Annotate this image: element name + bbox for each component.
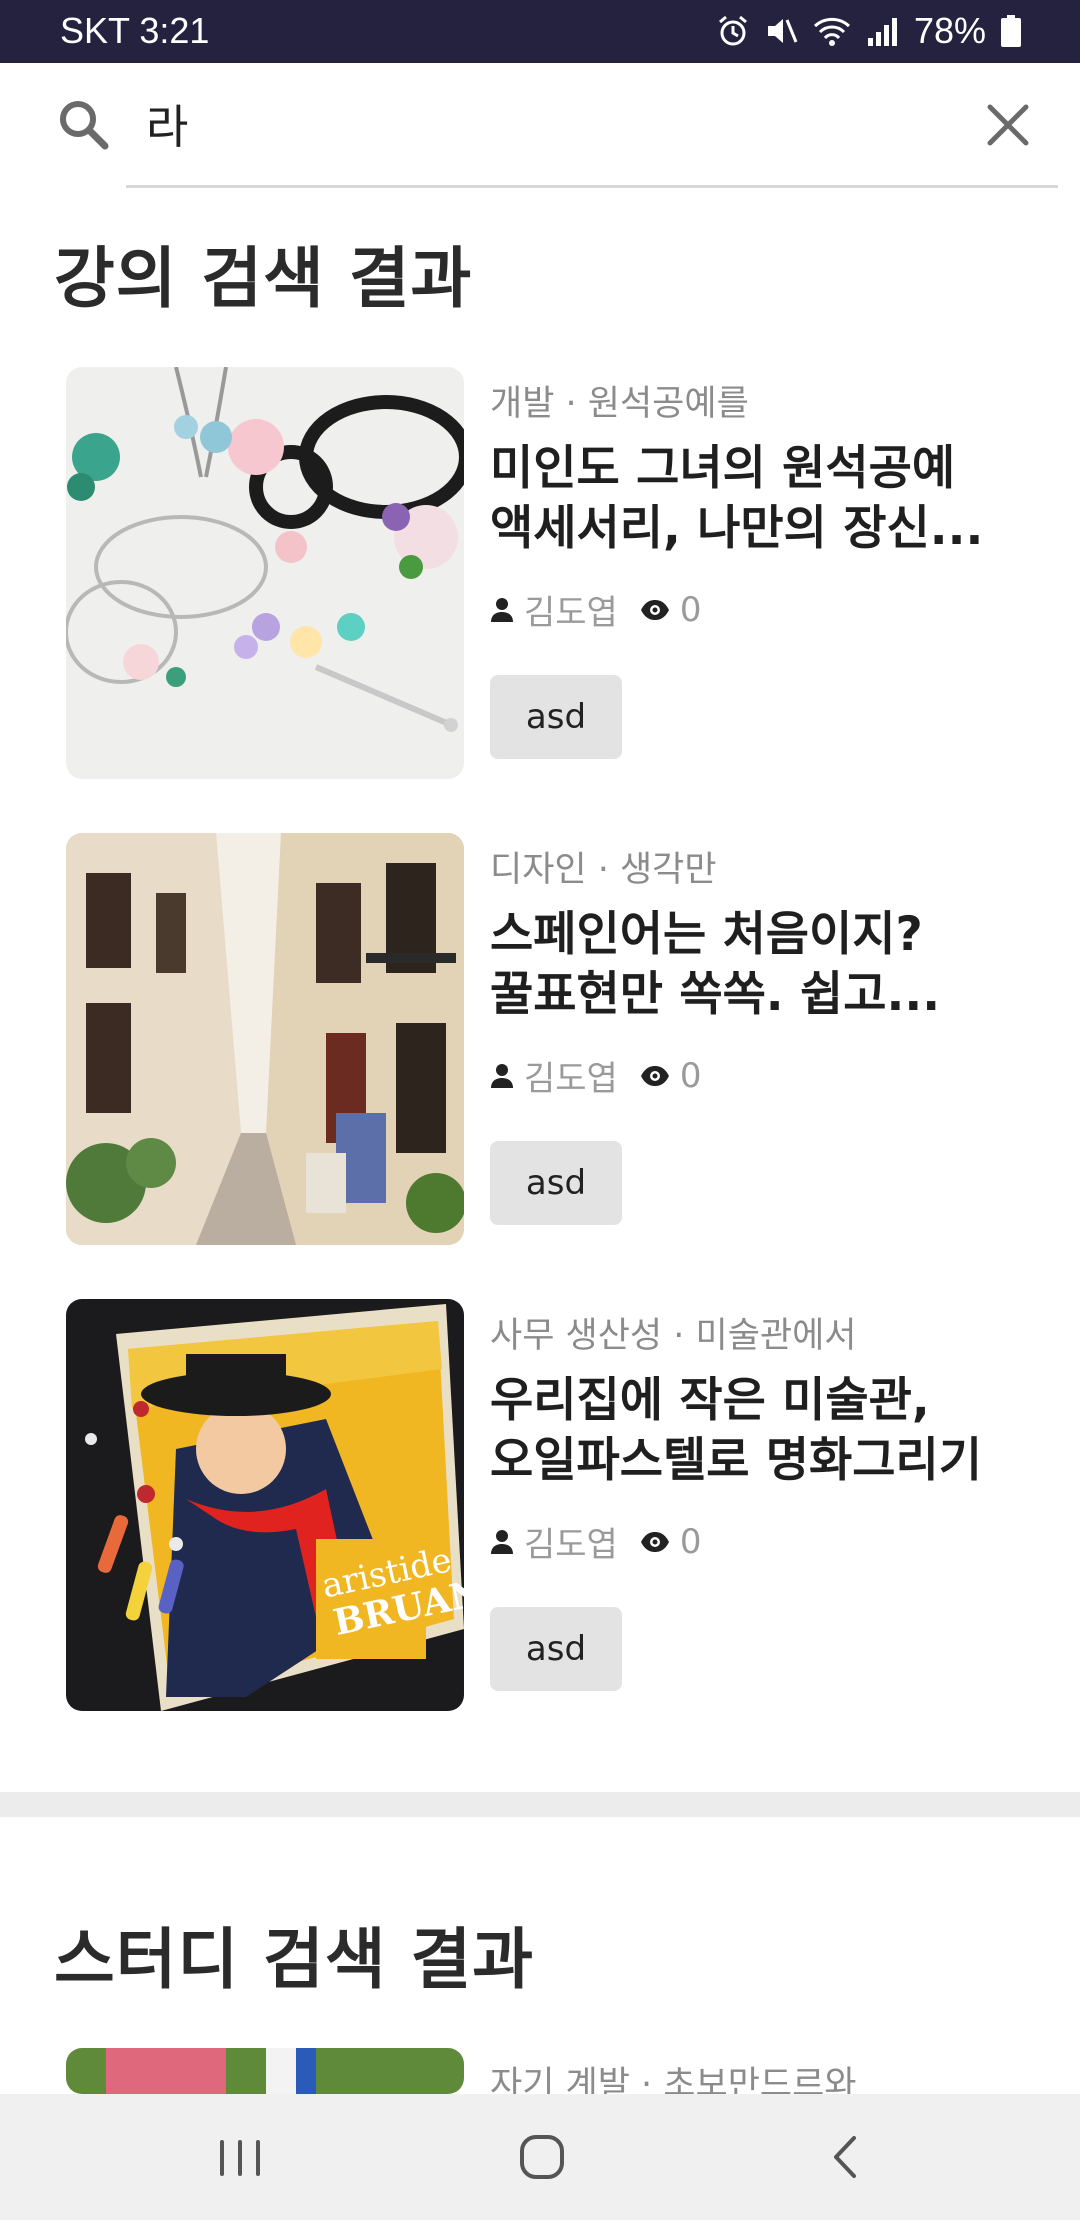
lecture-card[interactable]: 디자인 · 생각만 스페인어는 처음이지? 꿀표현만 쏙쏙. 쉽고... 김도엽… xyxy=(66,833,1046,1245)
home-icon[interactable] xyxy=(507,2124,577,2190)
lecture-tag[interactable]: asd xyxy=(490,1607,622,1691)
lecture-thumbnail[interactable] xyxy=(66,833,464,1245)
lecture-author: 김도엽 xyxy=(524,1525,618,1565)
recent-apps-icon[interactable] xyxy=(205,2124,275,2190)
lecture-category: 디자인 · 생각만 xyxy=(490,850,717,890)
mute-icon xyxy=(767,19,798,43)
lecture-title: 미인도 그녀의 원석공예 액세서리, 나만의 장신... xyxy=(490,441,984,556)
study-category: 자기 계발 · 초보만드르와 xyxy=(490,2065,857,2094)
signal-icon xyxy=(867,18,897,46)
search-input[interactable] xyxy=(146,89,946,159)
person-icon xyxy=(491,597,513,622)
section-divider xyxy=(0,1792,1080,1817)
lecture-tag[interactable]: asd xyxy=(490,675,622,759)
lecture-views: 0 xyxy=(679,589,702,630)
lecture-tag[interactable]: asd xyxy=(490,1141,622,1225)
lecture-views: 0 xyxy=(679,1521,702,1562)
person-icon xyxy=(491,1529,513,1554)
eye-icon xyxy=(640,1065,669,1086)
search-bar xyxy=(0,63,1080,188)
lecture-card[interactable]: aristide BRUANT 사무 생산성 · 미술관에서 우리집에 작은 미… xyxy=(66,1299,1046,1711)
wifi-icon xyxy=(813,17,850,46)
eye-icon xyxy=(640,599,669,620)
lecture-category: 사무 생산성 · 미술관에서 xyxy=(490,1316,857,1356)
alarm-icon xyxy=(718,15,747,46)
lecture-section-title: 강의 검색 결과 xyxy=(54,240,473,317)
lecture-title: 우리집에 작은 미술관, 오일파스텔로 명화그리기 xyxy=(490,1373,983,1488)
status-bar: SKT 3:21 78% xyxy=(0,0,1080,63)
lecture-meta: 김도엽 0 xyxy=(490,585,701,634)
lecture-views: 0 xyxy=(679,1055,702,1096)
system-navigation-bar xyxy=(0,2094,1080,2220)
study-card[interactable]: 자기 계발 · 초보만드르와 xyxy=(66,2048,1046,2094)
eye-icon xyxy=(640,1531,669,1552)
lecture-author: 김도엽 xyxy=(524,1059,618,1099)
lecture-thumbnail[interactable] xyxy=(66,367,464,779)
lecture-meta: 김도엽 0 xyxy=(490,1051,701,1100)
search-icon[interactable] xyxy=(56,97,112,153)
status-icons: 78% xyxy=(716,10,1022,52)
lecture-category: 개발 · 원석공예를 xyxy=(490,384,749,424)
battery-percent: 78% xyxy=(913,10,986,51)
battery-icon xyxy=(1001,15,1021,47)
lecture-author: 김도엽 xyxy=(524,593,618,633)
status-carrier-time: SKT 3:21 xyxy=(60,10,210,51)
study-section-title: 스터디 검색 결과 xyxy=(54,1921,534,1998)
study-thumbnail[interactable] xyxy=(66,2048,464,2094)
lecture-title: 스페인어는 처음이지? 꿀표현만 쏙쏙. 쉽고... xyxy=(490,907,941,1022)
back-icon[interactable] xyxy=(810,2124,880,2190)
close-icon[interactable] xyxy=(980,97,1036,153)
search-underline xyxy=(126,185,1058,188)
lecture-card[interactable]: 개발 · 원석공예를 미인도 그녀의 원석공예 액세서리, 나만의 장신... … xyxy=(66,367,1046,779)
lecture-meta: 김도엽 0 xyxy=(490,1517,701,1566)
lecture-thumbnail[interactable]: aristide BRUANT xyxy=(66,1299,464,1711)
person-icon xyxy=(491,1063,513,1088)
